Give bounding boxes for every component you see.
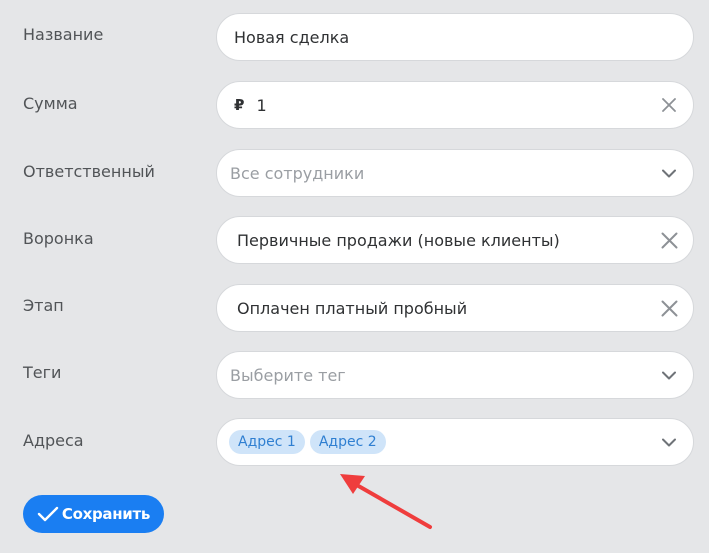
chevron-down-icon[interactable]: [659, 163, 679, 183]
name-field[interactable]: Новая сделка: [216, 13, 694, 61]
stage-value: Оплачен платный пробный: [237, 298, 468, 318]
save-button-label: Сохранить: [61, 505, 151, 523]
check-icon: [37, 506, 59, 522]
chevron-down-icon[interactable]: [659, 365, 679, 385]
responsible-placeholder: Все сотрудники: [230, 163, 365, 183]
address-chip[interactable]: Адрес 2: [309, 430, 386, 454]
chevron-down-icon[interactable]: [659, 432, 679, 452]
name-value[interactable]: Новая сделка: [234, 28, 349, 47]
tags-label: Теги: [23, 363, 62, 382]
responsible-label: Ответственный: [23, 162, 155, 181]
annotation-arrow-icon: [340, 474, 432, 529]
tags-select[interactable]: Выберите тег: [216, 351, 694, 399]
tags-placeholder: Выберите тег: [230, 365, 346, 385]
responsible-select[interactable]: Все сотрудники: [216, 149, 694, 197]
currency-symbol: ₽: [234, 96, 245, 114]
pipeline-label: Воронка: [23, 229, 94, 248]
addresses-select[interactable]: Адрес 1 Адрес 2: [216, 418, 694, 466]
amount-label: Сумма: [23, 94, 78, 113]
stage-select[interactable]: Оплачен платный пробный: [216, 284, 694, 332]
address-chip[interactable]: Адрес 1: [229, 430, 305, 454]
addresses-label: Адреса: [23, 431, 84, 450]
name-label: Название: [23, 25, 104, 44]
stage-label: Этап: [23, 296, 64, 315]
pipeline-value: Первичные продажи (новые клиенты): [237, 230, 560, 250]
save-button[interactable]: Сохранить: [23, 495, 164, 533]
close-icon[interactable]: [659, 230, 679, 250]
close-icon[interactable]: [659, 298, 679, 318]
pipeline-select[interactable]: Первичные продажи (новые клиенты): [216, 216, 694, 264]
amount-value[interactable]: 1: [256, 96, 266, 115]
close-icon[interactable]: [659, 95, 679, 115]
amount-field[interactable]: ₽ 1: [216, 81, 694, 129]
